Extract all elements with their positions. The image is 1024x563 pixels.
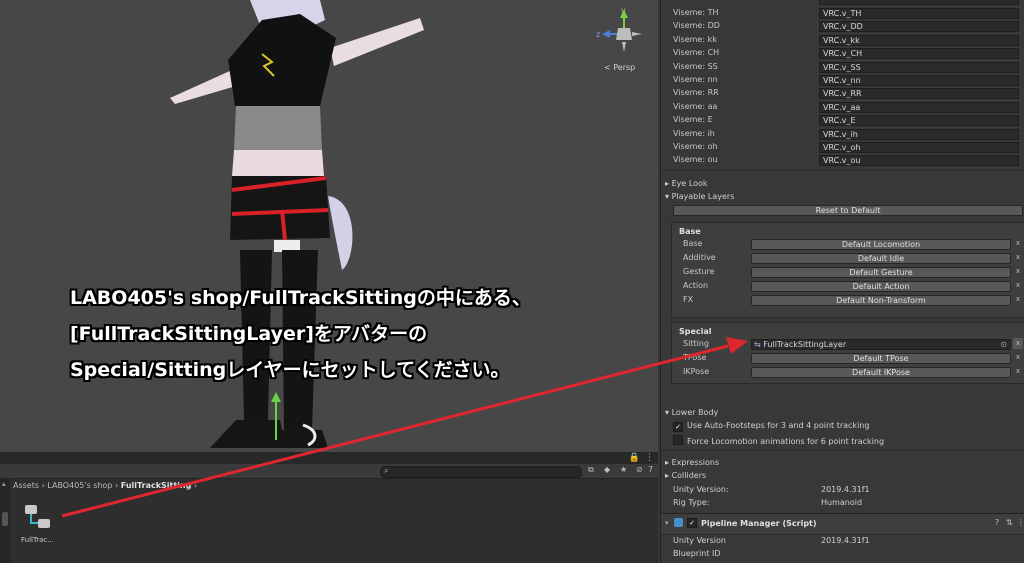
annotation-arrow [61,337,748,518]
